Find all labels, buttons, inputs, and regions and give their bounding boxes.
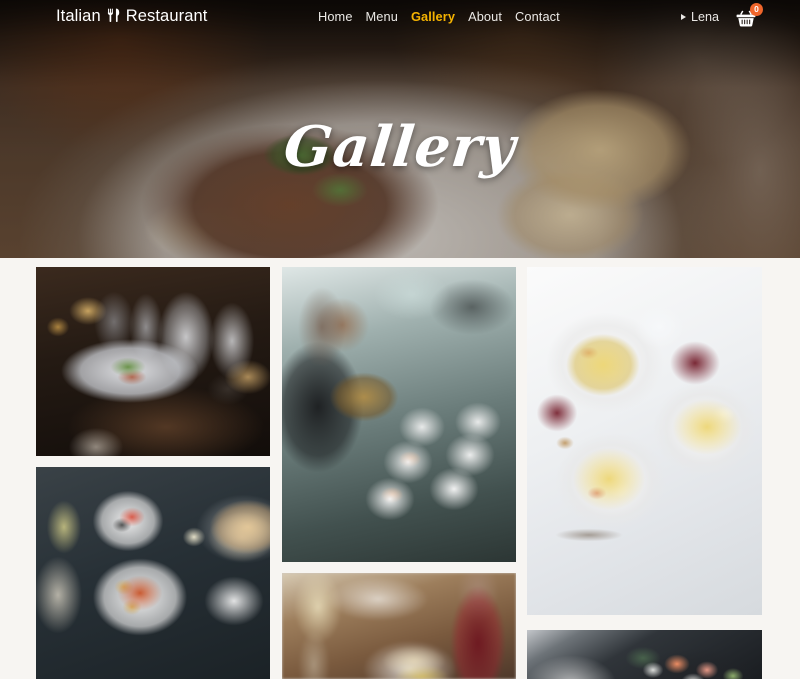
user-name-label: Lena (690, 9, 719, 24)
gallery-item-gal-6[interactable] (527, 630, 762, 679)
nav-link-list: Home Menu Gallery About Contact (318, 8, 560, 26)
gallery-photo-gal-4 (282, 573, 516, 679)
brand-text-restaurant: Restaurant (125, 7, 208, 25)
gallery-item-gal-4[interactable] (282, 573, 516, 679)
hero-banner: Italian Restaurant Home Menu Gallery Abo… (0, 0, 800, 258)
gallery-photo-gal-1 (36, 267, 270, 456)
nav-link-menu[interactable]: Menu (366, 9, 398, 24)
brand-text-italian: Italian (56, 7, 101, 25)
site-logo[interactable]: Italian Restaurant (56, 7, 207, 26)
nav-link-gallery[interactable]: Gallery (411, 9, 455, 24)
nav-item-menu: Menu (366, 8, 398, 26)
gallery-item-gal-1[interactable] (36, 267, 270, 456)
navbar-right-group: Lena 0 (680, 2, 763, 28)
fork-knife-icon (106, 7, 121, 25)
nav-item-about: About (468, 8, 502, 26)
user-account-menu[interactable]: Lena (680, 9, 719, 24)
gallery-photo-gal-2 (36, 467, 270, 679)
page-root: Italian Restaurant Home Menu Gallery Abo… (0, 0, 800, 679)
gallery-item-gal-2[interactable] (36, 467, 270, 679)
page-title: Gallery (280, 114, 520, 180)
gallery-item-gal-3[interactable] (282, 267, 516, 562)
nav-link-contact[interactable]: Contact (515, 9, 560, 24)
gallery-item-gal-5[interactable] (527, 267, 762, 615)
cart-count-badge: 0 (750, 2, 763, 16)
caret-right-icon (680, 13, 686, 20)
nav-item-gallery: Gallery (411, 8, 455, 26)
gallery-photo-gal-5 (527, 267, 762, 615)
gallery-photo-gal-6 (527, 630, 762, 679)
nav-item-contact: Contact (515, 8, 560, 26)
gallery-grid (0, 258, 800, 679)
nav-link-home[interactable]: Home (318, 9, 353, 24)
cart-button[interactable]: 0 (736, 2, 763, 28)
nav-item-home: Home (318, 8, 353, 26)
nav-link-about[interactable]: About (468, 9, 502, 24)
main-navbar: Italian Restaurant Home Menu Gallery Abo… (0, 0, 800, 33)
gallery-photo-gal-3 (282, 267, 516, 562)
